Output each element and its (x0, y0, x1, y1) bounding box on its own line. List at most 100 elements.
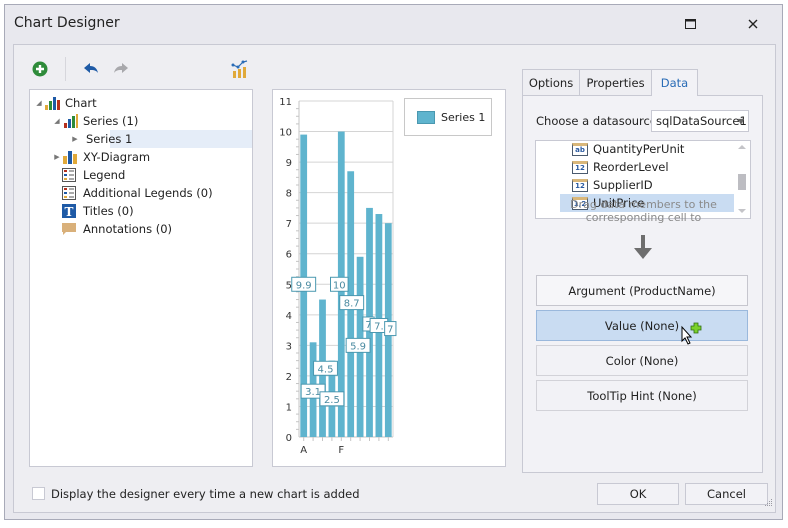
maximize-icon[interactable] (681, 15, 699, 33)
window-title: Chart Designer (14, 15, 120, 31)
resize-grip-icon[interactable] (765, 497, 773, 510)
title-bar: Chart Designer (5, 5, 782, 43)
expand-icon[interactable]: ▶ (52, 152, 62, 162)
tree-item-label: Annotations (0) (83, 222, 173, 236)
y-tick-label: 9 (286, 158, 292, 169)
tree-item-label: Series 1 (86, 132, 133, 146)
data-label: 10 (333, 280, 346, 291)
data-label: 8.7 (344, 299, 360, 310)
chart-elements-tree[interactable]: ◢ Chart ◢ Series (1) ▶ Series 1 ▶ XY-Dia… (29, 89, 253, 467)
diagram-icon (62, 150, 78, 164)
argument-cell[interactable]: Argument (ProductName) (536, 275, 748, 306)
undo-icon[interactable] (83, 62, 99, 79)
tree-item-series[interactable]: ◢ Series (1) (30, 112, 252, 130)
close-icon[interactable] (744, 15, 762, 33)
data-label: 7 (387, 325, 393, 336)
expand-icon[interactable]: ▶ (70, 134, 80, 144)
field-item[interactable]: 12 ReorderLevel (560, 158, 736, 176)
tab-label: Data (660, 76, 689, 90)
tree-item-series-1-label-row[interactable]: ▶ Series 1 (30, 130, 132, 148)
value-cell[interactable]: Value (None) (536, 310, 748, 341)
y-tick-label: 6 (286, 250, 292, 261)
field-item[interactable]: ab QuantityPerUnit (560, 141, 736, 158)
chart-designer-window: Chart Designer ◢ Chart ◢ Series (1) ▶ Se… (4, 4, 783, 520)
tree-item-additional-legends[interactable]: Additional Legends (0) (30, 184, 252, 202)
tree-item-label: Chart (65, 96, 97, 110)
cell-label: Argument (ProductName) (568, 283, 716, 298)
datasource-select[interactable]: sqlDataSource1 ▼ (651, 110, 749, 132)
color-cell[interactable]: Color (None) (536, 345, 748, 376)
field-name: QuantityPerUnit (593, 142, 685, 156)
tree-item-label: Additional Legends (0) (83, 186, 213, 200)
ok-button[interactable]: OK (597, 483, 679, 505)
tree-item-chart[interactable]: ◢ Chart (30, 94, 252, 112)
cell-label: Color (None) (605, 353, 679, 368)
designer-client: ◢ Chart ◢ Series (1) ▶ Series 1 ▶ XY-Dia… (13, 44, 776, 513)
legend-icon (62, 186, 78, 200)
y-tick-label: 11 (279, 97, 292, 108)
redo-icon[interactable] (113, 62, 129, 79)
tab-properties[interactable]: Properties (579, 69, 652, 95)
chart-icon (44, 96, 60, 110)
data-label: 7. (374, 322, 384, 333)
y-tick-label: 5 (286, 280, 292, 291)
chart-legend: Series 1 (404, 98, 492, 136)
string-type-icon: ab (572, 142, 588, 156)
tree-item-titles[interactable]: T Titles (0) (30, 202, 252, 220)
y-tick-label: 3 (286, 341, 292, 352)
integer-type-icon: 12 (572, 160, 588, 174)
tree-item-label: Legend (83, 168, 126, 182)
datasource-label: Choose a datasource: (536, 114, 661, 128)
display-designer-label: Display the designer every time a new ch… (51, 487, 360, 501)
ok-label: OK (629, 487, 647, 501)
cell-label: Value (None) (604, 318, 680, 333)
data-label: 2.5 (324, 395, 340, 406)
tree-item-label: XY-Diagram (83, 150, 151, 164)
scroll-thumb (738, 174, 746, 190)
add-icon[interactable] (32, 61, 48, 80)
legend-icon (62, 168, 78, 182)
tab-data[interactable]: Data (651, 69, 698, 96)
chart-type-icon[interactable] (231, 59, 249, 82)
y-tick-label: 1 (286, 402, 292, 413)
legend-label: Series 1 (441, 110, 486, 124)
y-tick-label: 4 (286, 311, 292, 322)
tree-item-legend[interactable]: Legend (30, 166, 252, 184)
data-label: 9.9 (296, 280, 312, 291)
drag-hint: Drag data members to the corresponding c… (570, 198, 717, 224)
field-name: SupplierID (593, 178, 653, 192)
series-icon (62, 114, 78, 128)
title-icon: T (62, 204, 78, 218)
toolbar-separator (65, 57, 66, 81)
tab-options[interactable]: Options (522, 69, 580, 95)
field-item[interactable]: 12 SupplierID (560, 176, 736, 194)
y-tick-label: 10 (279, 128, 292, 139)
collapse-icon[interactable]: ◢ (34, 98, 44, 108)
drag-cursor-icon (681, 321, 705, 348)
y-tick-label: 0 (286, 433, 292, 444)
svg-text:T: T (65, 205, 74, 218)
data-tab-panel: Choose a datasource: sqlDataSource1 ▼ ab… (522, 95, 763, 473)
chart-preview[interactable]: 0 1 2 3 4 5 6 7 8 9 10 11 A F 9.9 3.1 4.5 2.5 10 8.7 5.9 7 7. 7… (272, 89, 506, 467)
legend-swatch (417, 110, 435, 124)
tooltip-hint-cell[interactable]: ToolTip Hint (None) (536, 380, 748, 411)
integer-type-icon: 12 (572, 178, 588, 192)
x-tick-label: A (300, 445, 307, 456)
tree-item-annotations[interactable]: Annotations (0) (30, 220, 252, 238)
bar-chart: 01234567891011A F9.93.14.52.5108.75.97 7. 7 (279, 97, 397, 456)
tree-item-label: Titles (0) (83, 204, 134, 218)
data-label: 4.5 (318, 364, 334, 375)
display-designer-checkbox[interactable] (32, 487, 45, 500)
data-label: 3.1 (305, 387, 321, 398)
cell-label: ToolTip Hint (None) (587, 388, 697, 403)
arrow-down-icon (633, 235, 653, 264)
datasource-value: sqlDataSource1 (656, 114, 747, 128)
cancel-button[interactable]: Cancel (685, 483, 768, 505)
data-label: 5.9 (350, 341, 366, 352)
cancel-label: Cancel (707, 487, 746, 501)
x-tick-label: F (338, 445, 344, 456)
tree-item-xy-diagram[interactable]: ▶ XY-Diagram (30, 148, 252, 166)
tab-label: Properties (586, 75, 645, 90)
collapse-icon[interactable]: ◢ (52, 116, 62, 126)
field-name: ReorderLevel (593, 160, 669, 174)
